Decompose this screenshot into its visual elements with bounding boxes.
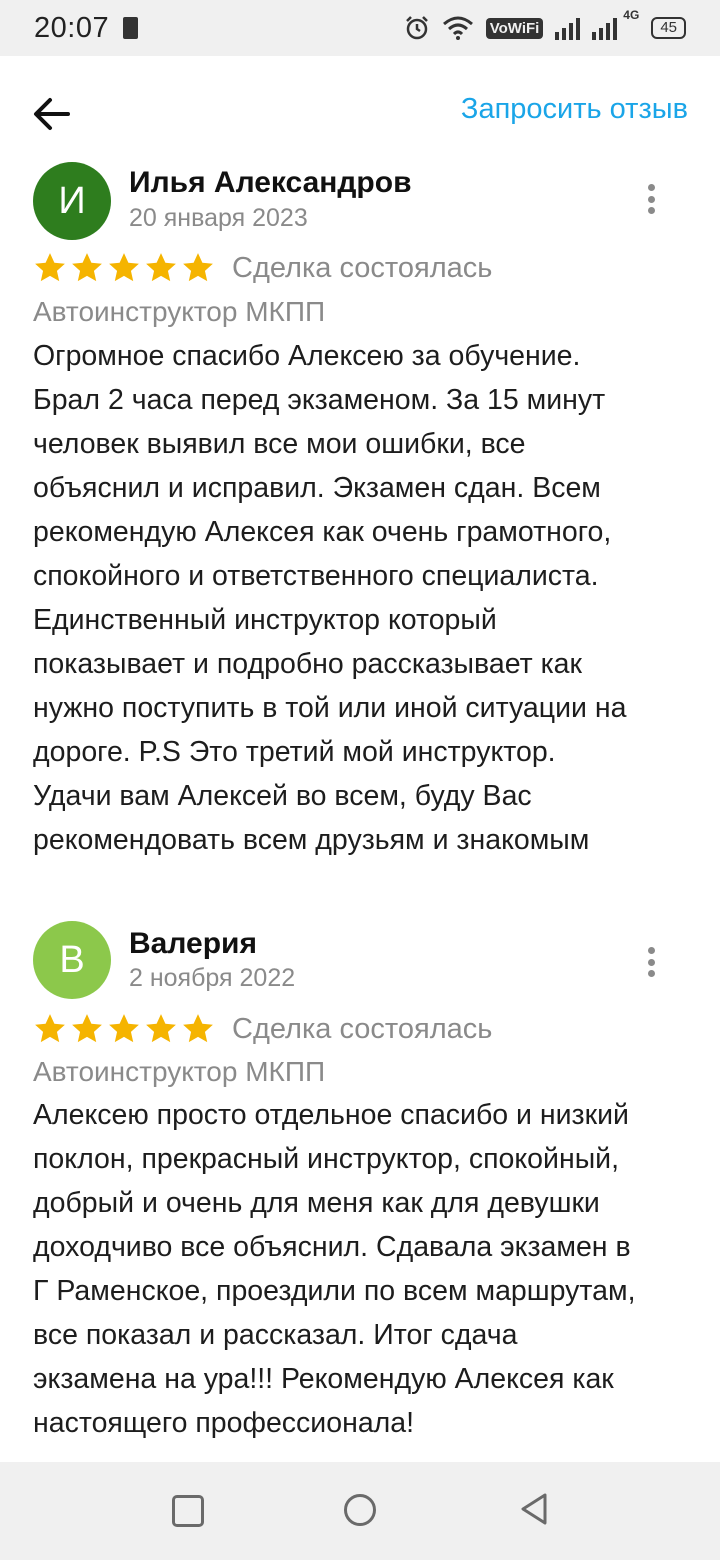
star-icon bbox=[35, 253, 65, 282]
vowifi-badge: VoWiFi bbox=[485, 17, 544, 39]
avatar: В bbox=[33, 921, 111, 999]
system-nav-bar bbox=[0, 1462, 720, 1560]
status-icons: VoWiFi 4G 45 bbox=[404, 8, 686, 41]
review-text-line: все показал и рассказал. Итог сдача bbox=[33, 1319, 518, 1351]
signal-icon-2: 4G bbox=[592, 8, 639, 40]
review-text: Огромное спасибо Алексею за обучение. Бр… bbox=[33, 334, 693, 862]
star-icon bbox=[146, 1014, 176, 1043]
review-text-line: рекомендую Алексея как очень грамотного, bbox=[33, 516, 612, 548]
review-date: 20 января 2023 bbox=[129, 204, 308, 232]
review-author: Илья Александров bbox=[129, 166, 412, 199]
review-text-line: Единственный инструктор который bbox=[33, 604, 497, 636]
star-icon bbox=[109, 253, 139, 282]
review-author: Валерия bbox=[129, 927, 257, 960]
recent-apps-button[interactable] bbox=[172, 1495, 204, 1527]
review-text: Алексею просто отдельное спасибо и низки… bbox=[33, 1093, 693, 1445]
avatar: И bbox=[33, 162, 111, 240]
arrow-left-icon bbox=[34, 98, 70, 130]
home-button[interactable] bbox=[344, 1494, 376, 1526]
review-text-line: нужно поступить в той или иной ситуации … bbox=[33, 692, 627, 724]
more-options-button[interactable] bbox=[636, 947, 666, 977]
nav-back-button[interactable] bbox=[518, 1492, 550, 1526]
rating-row: Сделка состоялась bbox=[33, 251, 492, 285]
status-time: 20:07 bbox=[34, 11, 110, 44]
request-review-button[interactable]: Запросить отзыв bbox=[461, 93, 688, 126]
battery-indicator: 45 bbox=[651, 17, 686, 39]
deal-status: Сделка состоялась bbox=[232, 1012, 493, 1045]
review-text-line: Брал 2 часа перед экзаменом. За 15 минут bbox=[33, 384, 606, 416]
review-text-line: доходчиво все объяснил. Сдавала экзамен … bbox=[33, 1231, 631, 1263]
app-header: Запросить отзыв bbox=[0, 56, 720, 166]
review-text-line: рекомендовать всем друзьям и знакомым bbox=[33, 824, 590, 856]
review-text-line: показывает и подробно рассказывает как bbox=[33, 648, 583, 680]
star-icon bbox=[183, 1014, 213, 1043]
status-bar: 20:07 VoWiFi 4G 45 bbox=[0, 0, 720, 56]
star-icon bbox=[72, 1014, 102, 1043]
alarm-icon bbox=[405, 16, 428, 40]
network-type: 4G bbox=[623, 8, 640, 22]
more-options-button[interactable] bbox=[636, 184, 666, 214]
deal-status: Сделка состоялась bbox=[232, 251, 493, 284]
back-button[interactable] bbox=[28, 90, 76, 138]
review-text-line: дороге. P.S Это третий мой инструктор. bbox=[33, 736, 556, 768]
review-category: Автоинструктор МКПП bbox=[33, 1056, 326, 1087]
review-text-line: добрый и очень для меня как для девушки bbox=[33, 1187, 600, 1219]
review-text-line: настоящего профессионала! bbox=[33, 1407, 415, 1439]
sim-card-icon bbox=[123, 17, 139, 39]
rating-row: Сделка состоялась bbox=[33, 1012, 492, 1046]
star-rating bbox=[33, 251, 215, 285]
review-text-line: Алексею просто отдельное спасибо и низки… bbox=[33, 1099, 629, 1131]
star-icon bbox=[72, 253, 102, 282]
review-category: Автоинструктор МКПП bbox=[33, 296, 326, 327]
star-icon bbox=[146, 253, 176, 282]
review-text-line: экзамена на ура!!! Рекомендую Алексея ка… bbox=[33, 1363, 614, 1395]
star-rating bbox=[33, 1012, 215, 1046]
review-text-line: объяснил и исправил. Экзамен сдан. Всем bbox=[33, 472, 601, 504]
signal-icon bbox=[555, 16, 581, 40]
star-icon bbox=[109, 1014, 139, 1043]
review-text-line: Г Раменское, проездили по всем маршрутам… bbox=[33, 1275, 636, 1307]
star-icon bbox=[183, 253, 213, 282]
review-text-line: Удачи вам Алексей во всем, буду Вас bbox=[33, 780, 532, 812]
star-icon bbox=[35, 1014, 65, 1043]
review-text-line: Огромное спасибо Алексею за обучение. bbox=[33, 340, 581, 372]
review-text-line: спокойного и ответственного специалиста. bbox=[33, 560, 599, 592]
avatar-letter: И bbox=[58, 179, 86, 222]
review-text-line: поклон, прекрасный инструктор, спокойный… bbox=[33, 1143, 620, 1175]
review-text-line: человек выявил все мои ошибки, все bbox=[33, 428, 526, 460]
wifi-icon bbox=[442, 16, 473, 40]
avatar-letter: В bbox=[59, 938, 85, 981]
review-date: 2 ноября 2022 bbox=[129, 964, 296, 992]
